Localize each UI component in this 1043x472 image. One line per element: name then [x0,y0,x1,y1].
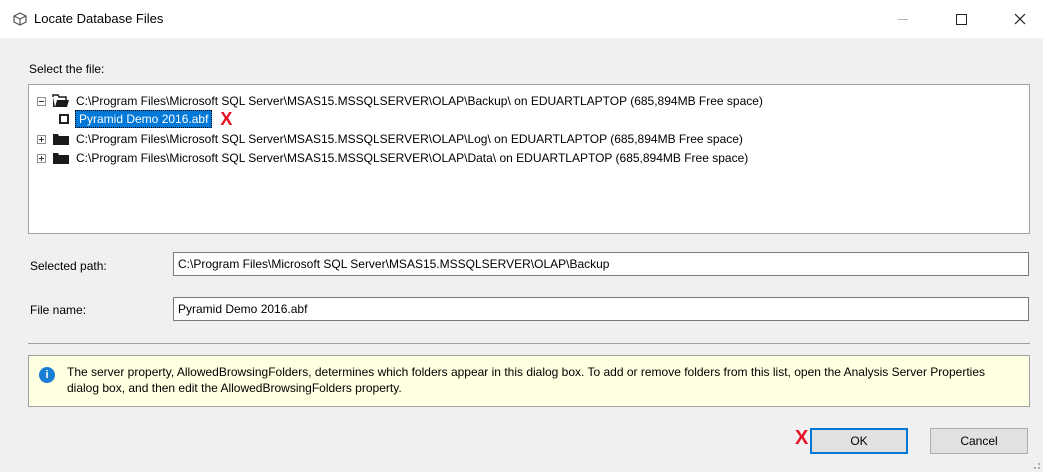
folder-icon [53,134,69,145]
cancel-button[interactable]: Cancel [930,428,1028,454]
expand-icon[interactable] [37,134,46,144]
resize-grip-icon[interactable] [1031,460,1041,470]
file-icon [59,114,69,124]
folder-icon [53,153,69,164]
maximize-button[interactable] [938,0,984,38]
selected-path-field[interactable]: C:\Program Files\Microsoft SQL Server\MS… [173,252,1029,276]
minimize-icon [898,18,908,20]
collapse-icon[interactable] [37,96,46,106]
window-title: Locate Database Files [34,11,164,26]
tree-item-data[interactable]: C:\Program Files\Microsoft SQL Server\MS… [37,149,748,167]
selected-path-label: Selected path: [30,259,107,273]
select-file-label: Select the file: [29,62,105,76]
close-icon [1014,13,1026,25]
tree-item-label: C:\Program Files\Microsoft SQL Server\MS… [76,151,749,165]
tree-item-file[interactable]: Pyramid Demo 2016.abf X [59,110,232,128]
maximize-icon [955,13,967,25]
file-name-field[interactable]: Pyramid Demo 2016.abf [173,297,1029,321]
info-text: The server property, AllowedBrowsingFold… [67,365,985,395]
ok-button[interactable]: OK [810,428,908,454]
annotation-x-mark: X [795,427,809,449]
cube-icon [13,12,27,26]
tree-item-label: C:\Program Files\Microsoft SQL Server\MS… [76,94,763,108]
tree-item-log[interactable]: C:\Program Files\Microsoft SQL Server\MS… [37,130,743,148]
info-panel: i The server property, AllowedBrowsingFo… [28,355,1030,407]
file-name-label: File name: [30,303,87,317]
folder-tree[interactable]: C:\Program Files\Microsoft SQL Server\MS… [28,84,1030,234]
close-button[interactable] [997,0,1043,38]
folder-open-icon [52,94,69,107]
tree-item-label-selected[interactable]: Pyramid Demo 2016.abf [75,110,213,128]
divider [28,343,1030,344]
annotation-x-mark: X [220,109,233,129]
minimize-button[interactable] [880,0,926,38]
tree-item-backup[interactable]: C:\Program Files\Microsoft SQL Server\MS… [37,92,763,110]
title-bar: Locate Database Files [0,0,1043,38]
info-icon: i [39,367,55,383]
tree-item-label: C:\Program Files\Microsoft SQL Server\MS… [76,132,743,146]
expand-icon[interactable] [37,153,46,163]
